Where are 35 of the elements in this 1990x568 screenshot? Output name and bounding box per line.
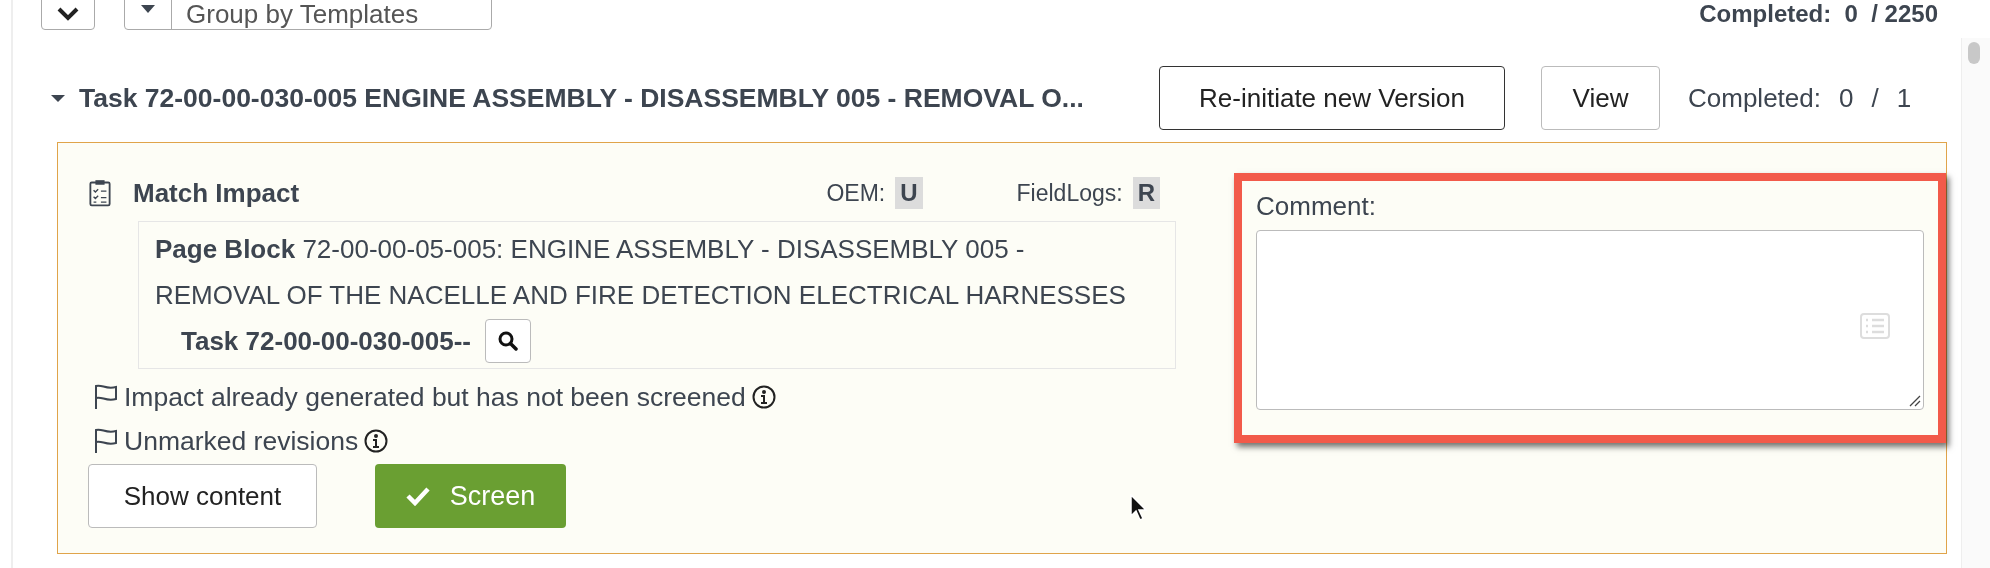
flag-icon: [94, 384, 118, 410]
scrollbar-thumb[interactable]: [1968, 42, 1980, 64]
fieldlogs-label: FieldLogs:: [1016, 179, 1123, 207]
clipboard-icon: [89, 178, 111, 208]
flag-text: Impact already generated but has not been screened: [124, 381, 746, 413]
task-button[interactable]: Re-initiate new Version: [1159, 66, 1505, 130]
flag-text: Unmarked revisions: [124, 425, 359, 457]
search-icon: [498, 331, 519, 351]
completed-label: Completed:: [1688, 82, 1821, 114]
comment-field[interactable]: [1256, 230, 1924, 410]
oem-label: OEM:: [826, 179, 886, 207]
resize-grip-icon[interactable]: [1909, 395, 1921, 407]
cursor-icon: [1130, 494, 1148, 522]
oem-badge: U: [895, 177, 923, 209]
flag-icon: [94, 428, 118, 454]
list-icon: [1860, 313, 1890, 339]
match-impact-title: Match Impact: [133, 177, 300, 209]
task-title: Task 72-00-00-030-005 ENGINE ASSEMBLY - DISASSEMBLY 005 - REMOVAL O...: [79, 82, 1085, 114]
search-button[interactable]: [485, 319, 532, 363]
info-icon[interactable]: [751, 385, 776, 409]
page-block-text: Page Block 72-00-00-05-005: ENGINE ASSEMBLY - DISASSEMBLY 005 - REMOVAL OF THE NACELLE AND FIRE DETECTION ELECTRICAL HARNESSES: [155, 233, 1127, 312]
separator: /: [1871, 82, 1879, 114]
task-reference: Task 72-00-00-030-005--: [181, 325, 472, 357]
check-icon: [405, 486, 430, 506]
task-button[interactable]: View: [1541, 66, 1660, 130]
completed-total: Completed: 0 / 2250: [1699, 0, 1938, 28]
completed-count: 0: [1838, 82, 1854, 114]
comment-label: Comment:: [1256, 191, 1377, 222]
caret-icon: [141, 5, 155, 13]
info-icon[interactable]: [364, 429, 389, 453]
fieldlogs-badge: R: [1132, 177, 1160, 209]
group-by-dropdown[interactable]: Group by Templates: [124, 0, 492, 30]
show-content-button[interactable]: Show content: [88, 464, 317, 528]
completed-total: 1: [1896, 82, 1912, 114]
check-icon: [57, 7, 79, 21]
